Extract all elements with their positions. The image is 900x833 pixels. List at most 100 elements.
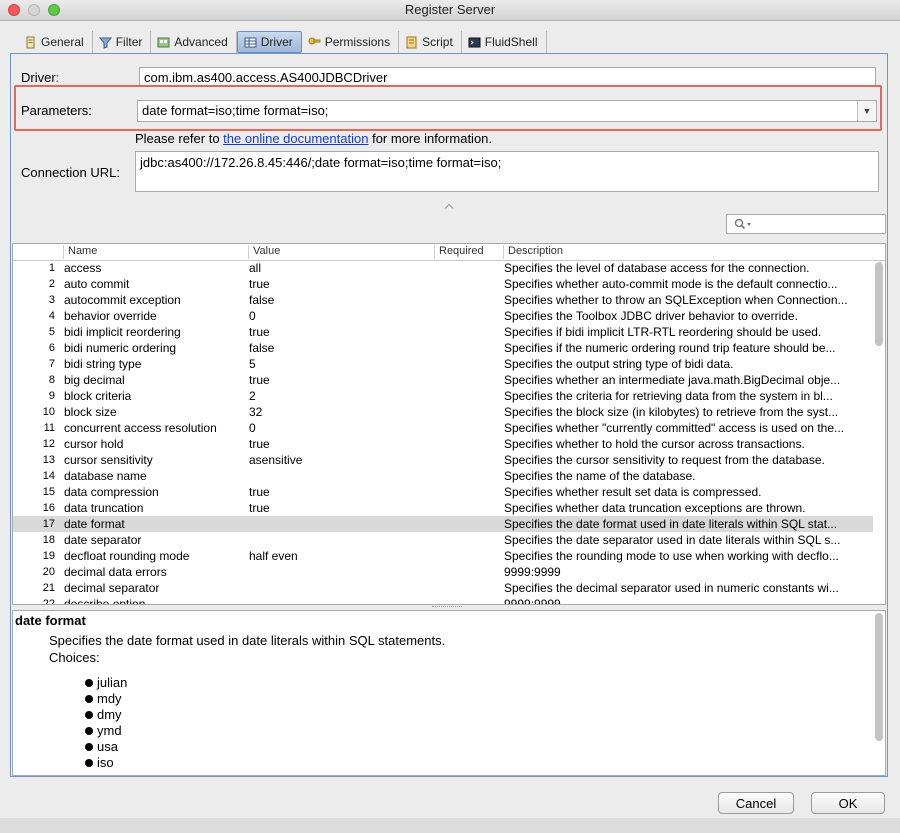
row-number: 5	[48, 326, 55, 338]
table-row[interactable]: 9 block criteria 2 Specifies the criteria f…	[13, 388, 873, 404]
table-row[interactable]: 17 date format Specifies the date format u…	[13, 516, 873, 532]
table-row[interactable]: 10 block size 32 Specifies the block size (…	[13, 404, 873, 420]
row-number: 22	[42, 598, 55, 605]
property-description: Specifies whether to throw an SQLExcepti…	[504, 293, 848, 307]
tab-label: FluidShell	[484, 35, 538, 49]
column-header-value[interactable]: Value	[248, 245, 434, 259]
row-number: 14	[42, 470, 55, 482]
property-value[interactable]: true	[249, 436, 429, 452]
table-row[interactable]: 15 data compression true Specifies whether …	[13, 484, 873, 500]
property-value[interactable]: half even	[249, 548, 429, 564]
table-body: 1 access all Specifies the level of databas…	[13, 260, 873, 605]
row-number: 7	[48, 358, 55, 370]
connection-url-field[interactable]: jdbc:as400://172.26.8.45:446/;date forma…	[135, 151, 879, 192]
table-row[interactable]: 21 decimal separator Specifies the decimal…	[13, 580, 873, 596]
chevron-down-icon[interactable]: ▼	[857, 101, 876, 121]
table-row[interactable]: 1 access all Specifies the level of databas…	[13, 260, 873, 276]
tab-label: General	[41, 35, 84, 49]
table-row[interactable]: 3 autocommit exception false Specifies whet…	[13, 292, 873, 308]
table-row[interactable]: 8 big decimal true Specifies whether an int…	[13, 372, 873, 388]
table-row[interactable]: 12 cursor hold true Specifies whether to ho…	[13, 436, 873, 452]
property-description: Specifies whether data truncation except…	[504, 501, 806, 515]
table-row[interactable]: 14 database name Specifies the name of the…	[13, 468, 873, 484]
tab-script[interactable]: Script	[399, 31, 462, 53]
row-number: 20	[42, 566, 55, 578]
property-value[interactable]: true	[249, 484, 429, 500]
tab-filter[interactable]: Filter	[93, 31, 152, 53]
property-name: data compression	[64, 485, 159, 499]
parameters-combo[interactable]: date format=iso;time format=iso; ▼	[137, 100, 877, 122]
property-name: big decimal	[64, 373, 125, 387]
table-row[interactable]: 22 describe option 9999:9999	[13, 596, 873, 605]
property-value[interactable]: true	[249, 372, 429, 388]
tab-advanced[interactable]: Advanced	[151, 31, 237, 53]
scrollbar-thumb[interactable]	[875, 613, 883, 741]
table-row[interactable]: 19 decfloat rounding mode half even Specifi…	[13, 548, 873, 564]
property-description: 9999:9999	[504, 565, 561, 579]
table-row[interactable]: 7 bidi string type 5 Specifies the output s…	[13, 356, 873, 372]
tab-driver[interactable]: Driver	[236, 31, 302, 53]
search-input[interactable]	[726, 214, 886, 234]
column-header-description[interactable]: Description	[503, 245, 873, 259]
property-description: Specifies the decimal separator used in …	[504, 581, 839, 595]
tab-label: Permissions	[324, 35, 391, 49]
property-name: data truncation	[64, 501, 144, 515]
general-icon	[24, 36, 37, 49]
choice-label: dmy	[97, 707, 122, 722]
tab-fluidshell[interactable]: FluidShell	[462, 31, 547, 53]
table-scrollbar[interactable]	[875, 260, 883, 604]
property-value[interactable]: asensitive	[249, 452, 429, 468]
property-value[interactable]: false	[249, 292, 429, 308]
property-value[interactable]: 0	[249, 420, 429, 436]
property-value[interactable]: 2	[249, 388, 429, 404]
property-description: Specifies if bidi implicit LTR-RTL reord…	[504, 325, 822, 339]
choice-item: dmy	[85, 707, 127, 723]
property-description: Specifies the block size (in kilobytes) …	[504, 405, 839, 419]
table-row[interactable]: 16 data truncation true Specifies whether d…	[13, 500, 873, 516]
column-header-name[interactable]: Name	[63, 245, 248, 259]
table-row[interactable]: 2 auto commit true Specifies whether auto-c…	[13, 276, 873, 292]
table-row[interactable]: 18 date separator Specifies the date separ…	[13, 532, 873, 548]
property-value[interactable]: 0	[249, 308, 429, 324]
table-header: Name Value Required Description	[13, 244, 885, 261]
table-row[interactable]: 5 bidi implicit reordering true Specifies i…	[13, 324, 873, 340]
property-value[interactable]: false	[249, 340, 429, 356]
table-row[interactable]: 4 behavior override 0 Specifies the Toolbox…	[13, 308, 873, 324]
tab-label: Script	[422, 35, 453, 49]
table-row[interactable]: 20 decimal data errors 9999:9999	[13, 564, 873, 580]
property-value[interactable]: 5	[249, 356, 429, 372]
row-number: 15	[42, 486, 55, 498]
property-name: date format	[64, 517, 125, 531]
property-value[interactable]: true	[249, 324, 429, 340]
tab-bar: General Filter Advanced Driver Permissio…	[18, 31, 547, 53]
property-value[interactable]: true	[249, 500, 429, 516]
property-name: bidi string type	[64, 357, 142, 371]
tab-label: Advanced	[174, 35, 228, 49]
property-name: decimal data errors	[64, 565, 167, 579]
row-number: 16	[42, 502, 55, 514]
table-row[interactable]: 6 bidi numeric ordering false Specifies if …	[13, 340, 873, 356]
choice-item: ymd	[85, 723, 127, 739]
property-name: access	[64, 261, 102, 275]
table-row[interactable]: 13 cursor sensitivity asensitive Specifies …	[13, 452, 873, 468]
driver-icon	[244, 36, 257, 49]
driver-label: Driver:	[21, 70, 60, 85]
online-documentation-link[interactable]: the online documentation	[223, 131, 368, 146]
driver-field[interactable]: com.ibm.as400.access.AS400JDBCDriver	[139, 67, 876, 87]
tab-permissions[interactable]: Permissions	[302, 31, 400, 53]
detail-scrollbar[interactable]	[875, 613, 883, 743]
ok-button[interactable]: OK	[811, 792, 885, 814]
property-value[interactable]: 32	[249, 404, 429, 420]
tab-label: Filter	[115, 35, 143, 49]
property-name: bidi implicit reordering	[64, 325, 181, 339]
row-number: 17	[42, 518, 55, 530]
table-row[interactable]: 11 concurrent access resolution 0 Specifies…	[13, 420, 873, 436]
column-header-required[interactable]: Required	[434, 245, 503, 259]
property-value[interactable]: all	[249, 260, 429, 276]
tab-general[interactable]: General	[18, 31, 93, 53]
scrollbar-thumb[interactable]	[875, 262, 883, 346]
property-value[interactable]: true	[249, 276, 429, 292]
choice-item: julian	[85, 675, 127, 691]
cancel-button[interactable]: Cancel	[718, 792, 794, 814]
row-number: 3	[48, 294, 55, 306]
